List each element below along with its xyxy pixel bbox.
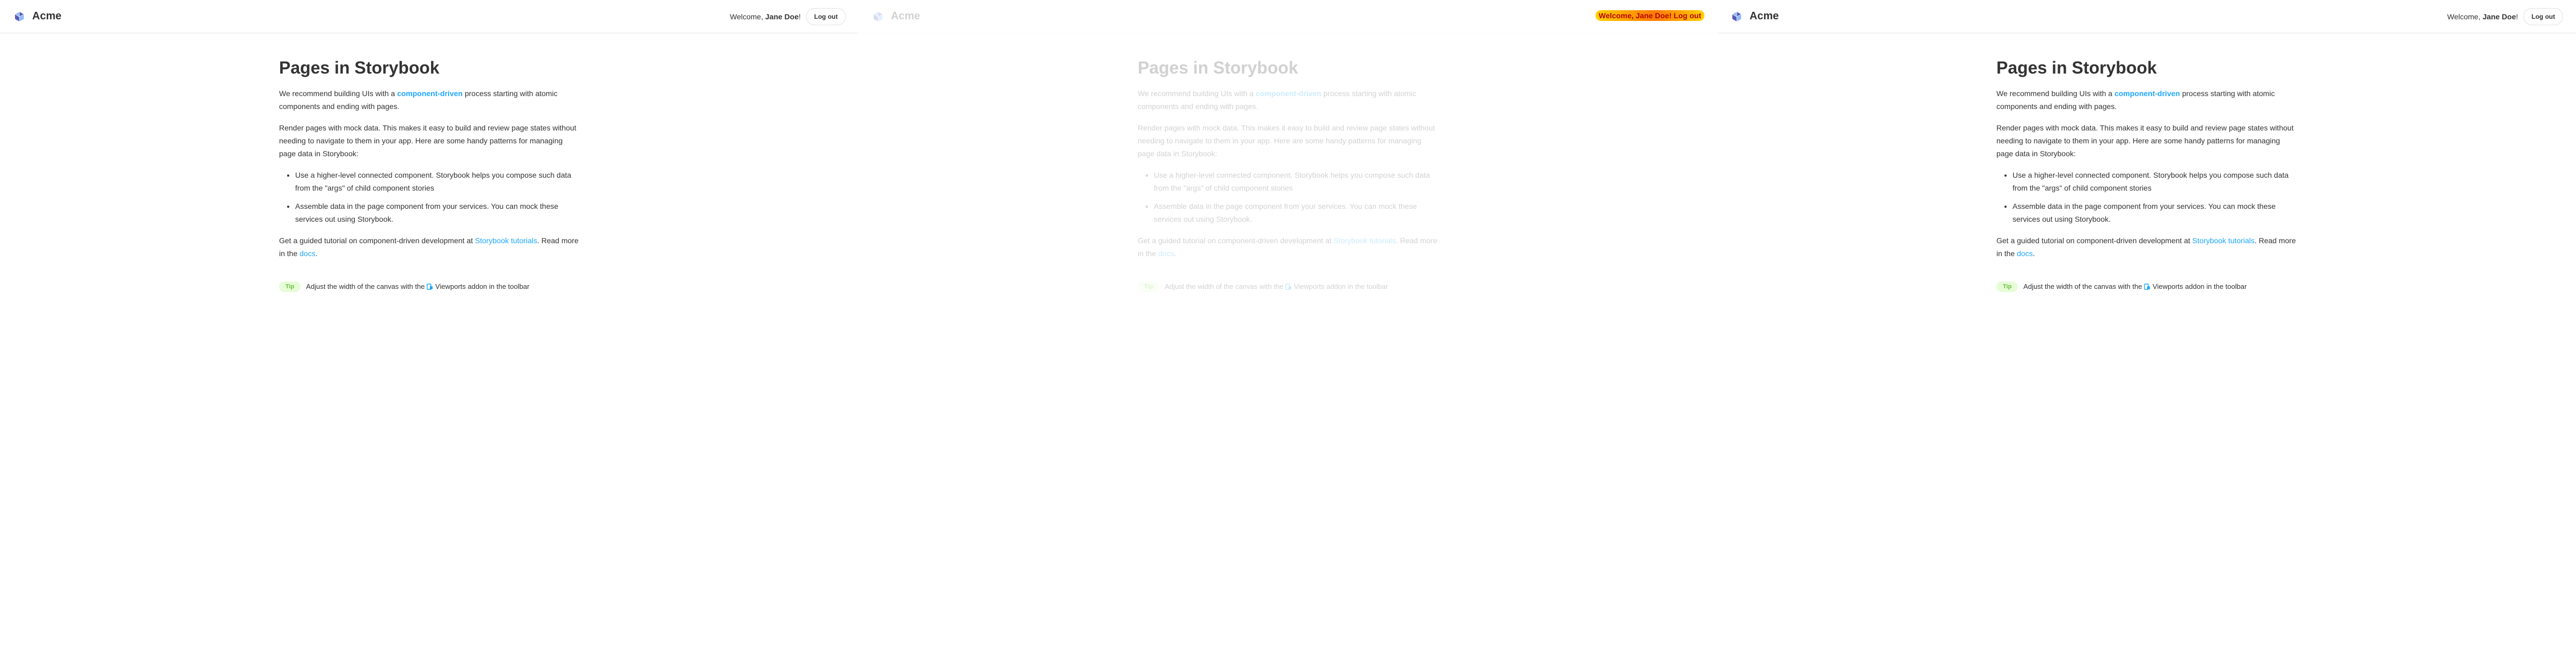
component-driven-link[interactable]: component-driven	[1256, 89, 1321, 98]
storybook-visual-diff: Acme Welcome, Jane Doe! Log out Pages in…	[0, 0, 2576, 669]
app-header: Acme Welcome, Jane Doe! Log out	[1717, 0, 2576, 33]
storybook-tutorials-link[interactable]: Storybook tutorials	[475, 236, 537, 245]
user-area: Welcome, Jane Doe! Log out	[2447, 8, 2563, 25]
baseline-panel: Acme Welcome, Jane Doe! Log out Pages in…	[0, 0, 859, 669]
tip-badge: Tip	[1138, 281, 1160, 292]
welcome-text: Welcome, Jane Doe!	[730, 12, 801, 21]
storybook-tutorials-link[interactable]: Storybook tutorials	[1334, 236, 1396, 245]
brand[interactable]: Acme	[13, 10, 61, 23]
tip-text-start: Adjust the width of the canvas with the	[2023, 282, 2145, 290]
welcome-suffix: !	[799, 12, 801, 21]
user-name: Jane Doe	[2482, 12, 2516, 21]
brand-name: Acme	[891, 10, 920, 22]
acme-logo-icon	[1730, 10, 1743, 23]
welcome-prefix: Welcome,	[730, 12, 765, 21]
intro-text-start: We recommend building UIs with a	[279, 89, 397, 98]
mock-data-paragraph: Render pages with mock data. This makes …	[1138, 123, 1435, 158]
tutorial-paragraph: Get a guided tutorial on component-drive…	[279, 234, 580, 260]
brand[interactable]: Acme	[1730, 10, 1779, 23]
list-item: Use a higher-level connected component. …	[2012, 169, 2297, 194]
welcome-prefix: Welcome,	[2447, 12, 2483, 21]
logout-button[interactable]: Log out	[806, 8, 846, 25]
welcome-text: Welcome, Jane Doe!	[2447, 12, 2518, 21]
list-item: Use a higher-level connected component. …	[1154, 169, 1438, 194]
tip-text-end: Viewports addon in the toolbar	[1294, 282, 1388, 290]
mock-data-paragraph: Render pages with mock data. This makes …	[279, 123, 576, 158]
welcome-suffix: !	[2516, 12, 2519, 21]
tip-wrapper: Tip Adjust the width of the canvas with …	[279, 281, 580, 292]
tip-text-end: Viewports addon in the toolbar	[2153, 282, 2247, 290]
tip-text: Adjust the width of the canvas with the …	[1165, 281, 1388, 292]
tutorial-text-end: .	[1174, 249, 1176, 258]
app-header: Acme Welcome, Jane Doe! Log out	[0, 0, 859, 33]
app-header: Acme	[859, 0, 1717, 33]
component-driven-link[interactable]: component-driven	[397, 89, 463, 98]
tutorial-text-end: .	[2032, 249, 2035, 258]
page-content: Pages in Storybook We recommend building…	[268, 33, 590, 318]
tip-text-start: Adjust the width of the canvas with the	[306, 282, 427, 290]
tip-wrapper: Tip Adjust the width of the canvas with …	[1138, 281, 1438, 292]
component-driven-link[interactable]: component-driven	[2114, 89, 2180, 98]
storybook-tutorials-link[interactable]: Storybook tutorials	[2192, 236, 2255, 245]
intro-paragraph: We recommend building UIs with a compone…	[1996, 87, 2297, 113]
intro-text-start: We recommend building UIs with a	[1138, 89, 1256, 98]
docs-link[interactable]: docs	[1158, 249, 1174, 258]
tutorial-text-start: Get a guided tutorial on component-drive…	[279, 236, 475, 245]
patterns-list: Use a higher-level connected component. …	[1996, 169, 2297, 226]
list-item: Assemble data in the page component from…	[295, 200, 580, 226]
list-item: Use a higher-level connected component. …	[295, 169, 580, 194]
brand-name: Acme	[1750, 10, 1779, 22]
list-item: Assemble data in the page component from…	[1154, 200, 1438, 226]
mock-data-paragraph: Render pages with mock data. This makes …	[1996, 123, 2294, 158]
patterns-list: Use a higher-level connected component. …	[1138, 169, 1438, 226]
tutorial-text-end: .	[315, 249, 318, 258]
user-name: Jane Doe	[765, 12, 799, 21]
page-content: Pages in Storybook We recommend building…	[1127, 33, 1449, 318]
page-title: Pages in Storybook	[279, 58, 440, 77]
brand-name: Acme	[32, 10, 62, 22]
tip-text-end: Viewports addon in the toolbar	[435, 282, 530, 290]
tutorial-text-start: Get a guided tutorial on component-drive…	[1996, 236, 2193, 245]
tip-wrapper: Tip Adjust the width of the canvas with …	[1996, 281, 2297, 292]
tutorial-paragraph: Get a guided tutorial on component-drive…	[1138, 234, 1438, 260]
page-title: Pages in Storybook	[1138, 58, 1298, 77]
new-snapshot-panel: Acme Welcome, Jane Doe! Log out Pages in…	[1717, 0, 2576, 669]
acme-logo-icon	[13, 10, 26, 23]
tip-text: Adjust the width of the canvas with the …	[2023, 281, 2246, 292]
page-title: Pages in Storybook	[1996, 58, 2157, 77]
docs-link[interactable]: docs	[299, 249, 316, 258]
viewport-icon	[1285, 283, 1292, 290]
tutorial-paragraph: Get a guided tutorial on component-drive…	[1996, 234, 2297, 260]
tip-text: Adjust the width of the canvas with the …	[306, 281, 529, 292]
intro-paragraph: We recommend building UIs with a compone…	[1138, 87, 1438, 113]
user-area: Welcome, Jane Doe! Log out	[730, 8, 846, 25]
intro-paragraph: We recommend building UIs with a compone…	[279, 87, 580, 113]
patterns-list: Use a higher-level connected component. …	[279, 169, 580, 226]
tip-badge: Tip	[1996, 281, 2018, 292]
list-item: Assemble data in the page component from…	[2012, 200, 2297, 226]
tip-badge: Tip	[279, 281, 301, 292]
viewport-icon	[427, 283, 433, 290]
tutorial-text-start: Get a guided tutorial on component-drive…	[1138, 236, 1334, 245]
diff-panel: Acme Pages in Storybook We recommend bui…	[859, 0, 1717, 669]
acme-logo-icon	[872, 10, 884, 23]
page-content: Pages in Storybook We recommend building…	[1986, 33, 2308, 318]
logout-button[interactable]: Log out	[2523, 8, 2563, 25]
viewport-icon	[2144, 283, 2150, 290]
brand[interactable]: Acme	[872, 10, 920, 23]
tip-text-start: Adjust the width of the canvas with the	[1165, 282, 1286, 290]
intro-text-start: We recommend building UIs with a	[1996, 89, 2114, 98]
docs-link[interactable]: docs	[2017, 249, 2033, 258]
